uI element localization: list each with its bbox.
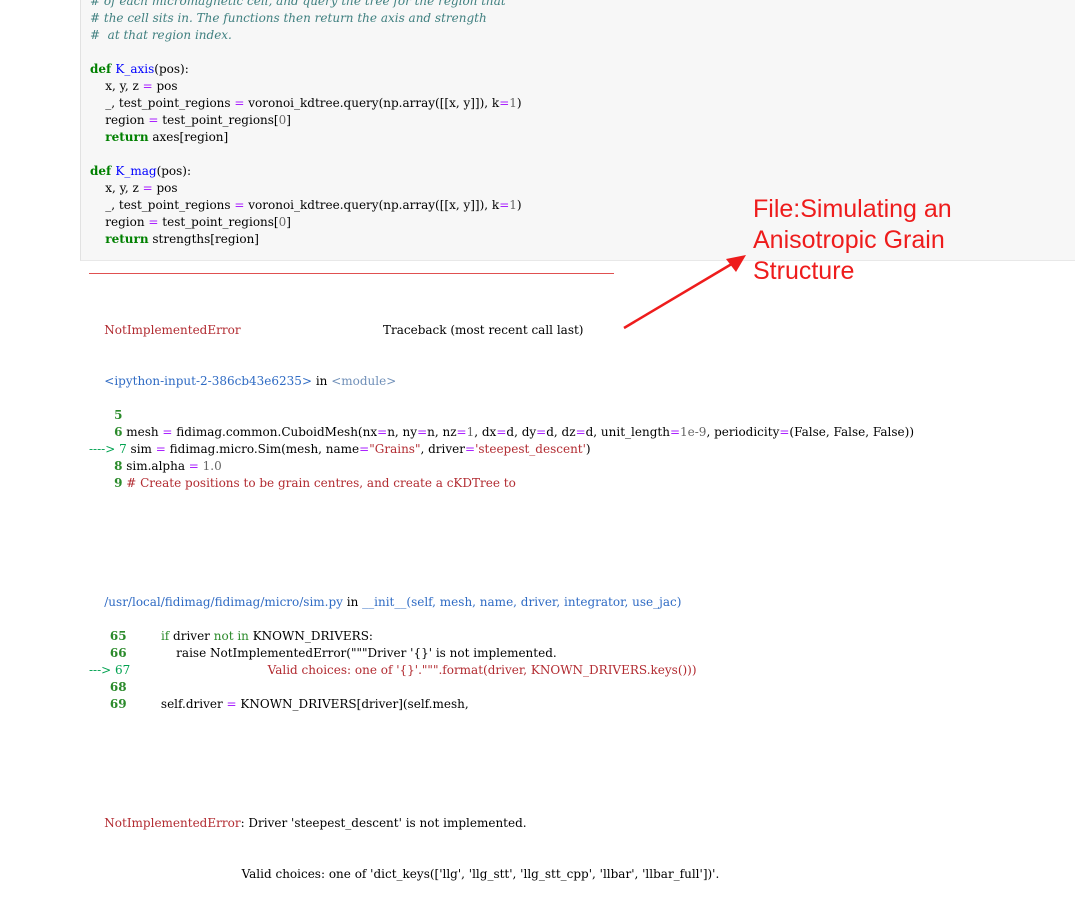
frame2-line: 68 [89, 679, 1075, 696]
frame2-token: KNOWN_DRIVERS[driver](self.mesh, [236, 697, 469, 711]
frame2-func: __init__(self, mesh, name, driver, integ… [362, 595, 682, 609]
annotation-label: File:Simulating an Anisotropic Grain Str… [753, 195, 952, 285]
frame2-token: 69 [89, 697, 127, 711]
frame2-token: = [226, 697, 237, 711]
frame2-line: 66 raise NotImplementedError("""Driver '… [89, 645, 1075, 662]
final-error-line: NotImplementedError: Driver 'steepest_de… [89, 798, 1075, 830]
frame2-token: driver [169, 629, 214, 643]
frame2-token: 68 [89, 680, 127, 694]
frame2-token: raise NotImplementedError("""Driver '{}'… [126, 646, 557, 660]
frame2-token [127, 629, 161, 643]
final-error-name: NotImplementedError [104, 816, 241, 830]
frame2-token: if [160, 629, 170, 643]
frame2-token: not in [213, 629, 249, 643]
frame2-line: 69 self.driver = KNOWN_DRIVERS[driver](s… [89, 696, 1075, 713]
annotation-arrow [623, 255, 746, 330]
final-error-line-2: Valid choices: one of 'dict_keys(['llg',… [89, 849, 1075, 881]
final-error-message-2: Valid choices: one of 'dict_keys(['llg',… [104, 867, 720, 881]
frame2-line: ---> 67 Valid choices: one of '{}'.""".f… [89, 662, 1075, 679]
frame2-code: 65 if driver not in KNOWN_DRIVERS: 66 ra… [89, 628, 1075, 713]
frame2-token: Valid choices: one of '{}'.""".format(dr… [130, 663, 697, 677]
frame2-token: ---> 67 [89, 663, 131, 677]
frame2-token: 66 [89, 646, 127, 660]
final-error-message: : Driver 'steepest_descent' is not imple… [240, 816, 527, 830]
frame2-line: 65 if driver not in KNOWN_DRIVERS: [89, 628, 1075, 645]
frame2-token: KNOWN_DRIVERS: [248, 629, 373, 643]
frame2-location: /usr/local/fidimag/fidimag/micro/sim.py [104, 595, 343, 609]
frame2-token: self.driver [126, 697, 227, 711]
frame2-token: 65 [89, 629, 127, 643]
frame2-in: in [342, 595, 363, 609]
